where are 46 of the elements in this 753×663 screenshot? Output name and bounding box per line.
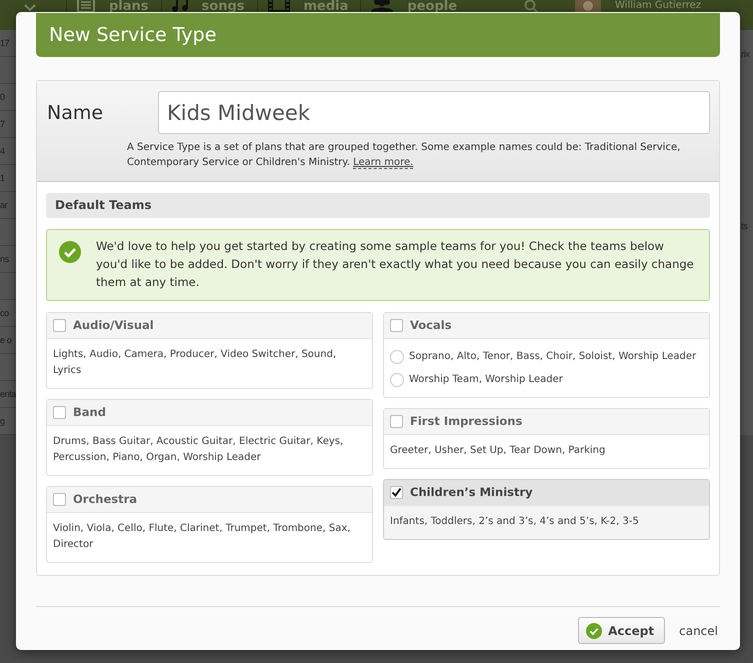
nav-link[interactable]: plans — [109, 0, 149, 13]
radio-button[interactable] — [390, 373, 404, 387]
help-text: A Service Type is a set of plans that are grouped together. Some example names could be: Traditional Service, Contemporary Service or Children's Ministry. Learn more. — [127, 141, 682, 170]
team-roles: Drums, Bass Guitar, Acoustic Guitar, Electric Guitar, Keys, Percussion, Piano, Organ, Worship Leader — [53, 435, 344, 465]
checkbox[interactable] — [53, 406, 66, 419]
checkbox[interactable] — [390, 486, 403, 499]
cancel-link[interactable]: cancel — [679, 622, 718, 640]
table-cell: co — [0, 308, 9, 318]
chevron-icon[interactable] — [24, 4, 36, 12]
name-field[interactable]: Kids Midweek — [158, 91, 710, 134]
option-label: Worship Team, Worship Leader — [409, 373, 563, 387]
list-icon — [77, 0, 95, 12]
table-cell: g — [0, 416, 5, 426]
team-roles: Lights, Audio, Camera, Producer, Video Switcher, Sound, Lyrics — [53, 348, 338, 378]
search-icon[interactable] — [524, 0, 540, 14]
checkbox[interactable] — [53, 493, 66, 506]
checkbox[interactable] — [390, 415, 403, 428]
checkbox[interactable] — [390, 319, 403, 332]
dialog-title: New Service Type — [36, 13, 720, 57]
people-icon — [371, 0, 394, 12]
team-name: First Impressions — [410, 412, 522, 430]
radio-button[interactable] — [390, 350, 404, 364]
accept-button[interactable]: Accept — [578, 617, 666, 644]
check-circle-icon — [59, 241, 81, 263]
team-name: Vocals — [410, 316, 452, 334]
section-heading: Default Teams — [46, 193, 710, 218]
team-roles: Greeter, Usher, Set Up, Tear Down, Parking — [390, 444, 606, 458]
name-label: Name — [47, 101, 104, 126]
table-cell: enta — [0, 389, 16, 399]
table-cell: ar — [0, 200, 8, 210]
nav-link[interactable]: media — [304, 0, 348, 13]
team-name: Audio/Visual — [73, 316, 154, 334]
music-note-icon — [172, 0, 188, 12]
nav-link[interactable]: songs — [202, 0, 244, 13]
team-name: Band — [73, 404, 106, 421]
team-roles: Infants, Toddlers, 2’s and 3’s, 4’s and 5’s, K-2, 3-5 — [390, 515, 640, 529]
team-name: Children’s Ministry — [410, 484, 533, 501]
nav-link[interactable]: people — [407, 0, 458, 13]
check-circle-icon — [586, 622, 602, 638]
checkbox[interactable] — [53, 319, 66, 332]
team-roles: Violin, Viola, Cello, Flute, Clarinet, Trumpet, Trombone, Sax, Director — [53, 522, 352, 552]
option-label: Soprano, Alto, Tenor, Bass, Choir, Soloist, Worship Leader — [409, 350, 696, 364]
team-name: Orchestra — [73, 490, 138, 508]
learn-more-link[interactable]: Learn more. — [353, 157, 414, 169]
user-name[interactable]: William Gutierrez — [615, 0, 702, 11]
notice-text: We'd love to help you get started by creating some sample teams for you! Check the teams below you'd like to be added. Don't worry if they aren't exactly what you need because you can easily change them at any time. — [96, 238, 695, 291]
